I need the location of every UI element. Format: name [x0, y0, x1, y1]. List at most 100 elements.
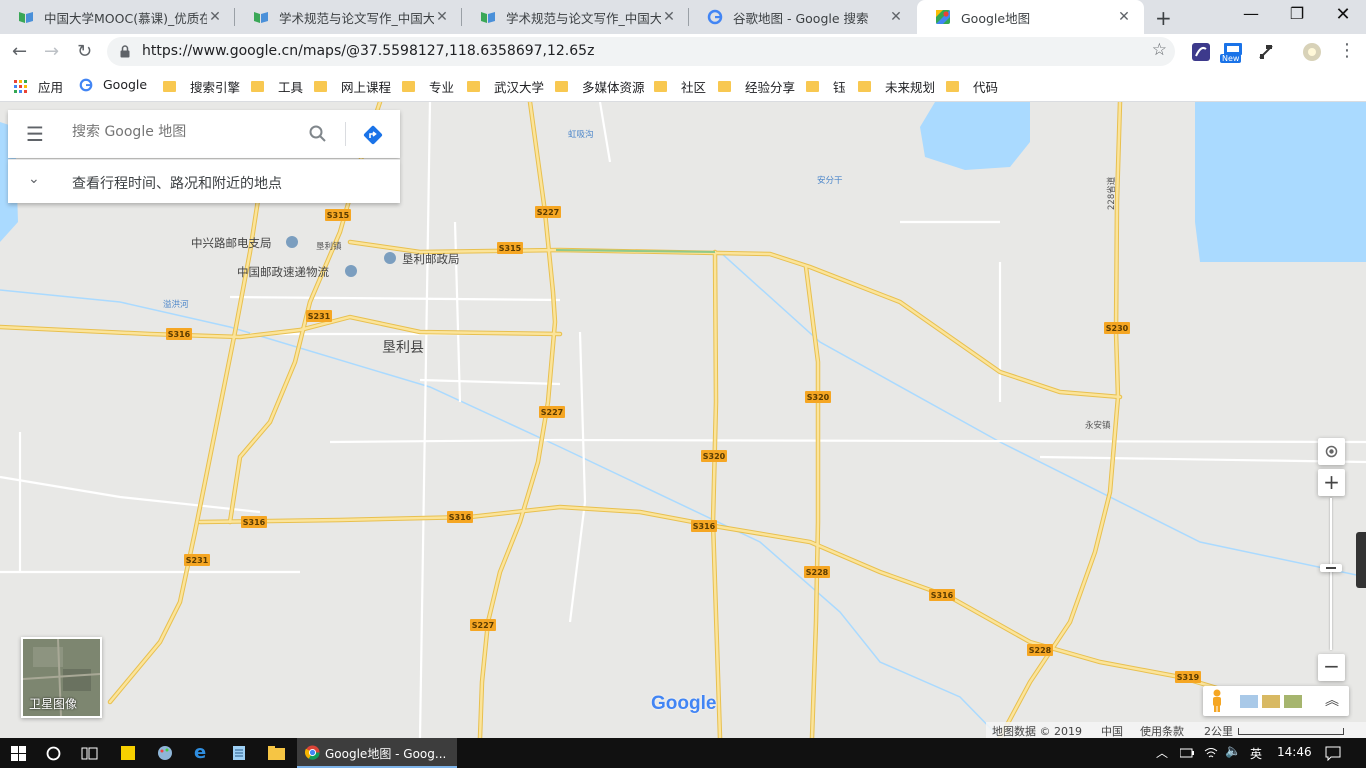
svg-text:S316: S316	[693, 522, 716, 531]
close-icon[interactable]: ✕	[207, 9, 223, 25]
road-shield: S316	[241, 516, 267, 528]
bookmark-folder[interactable]: 搜索引擎	[163, 77, 240, 96]
task-view-icon[interactable]	[81, 746, 98, 761]
bookmark-folder[interactable]: 工具	[251, 77, 303, 96]
bookmark-folder[interactable]: 武汉大学	[467, 77, 544, 96]
extension-satellite-icon[interactable]	[1257, 43, 1275, 61]
search-circle-icon[interactable]	[46, 746, 61, 761]
tab-academic-1[interactable]: 学术规范与论文写作_中国大学 ✕	[235, 0, 462, 34]
svg-text:S320: S320	[703, 452, 726, 461]
forward-button[interactable]: →	[44, 41, 59, 62]
bookmark-folder[interactable]: 代码	[946, 77, 998, 96]
tray-overflow-icon[interactable]: ︿	[1156, 744, 1168, 761]
google-logo: Google	[651, 693, 717, 714]
tab-academic-2[interactable]: 学术规范与论文写作_中国大学 ✕	[462, 0, 689, 34]
search-input[interactable]	[70, 123, 304, 141]
my-location-button[interactable]	[1318, 438, 1345, 465]
notification-center-icon[interactable]	[1325, 745, 1341, 761]
bookmark-google[interactable]: Google	[79, 77, 147, 92]
tab-google-maps[interactable]: Google地图 ✕	[917, 0, 1144, 34]
battery-icon[interactable]	[1180, 747, 1194, 759]
google-g-icon	[79, 78, 93, 91]
new-tab-button[interactable]: +	[1155, 6, 1172, 30]
zoom-slider-handle[interactable]	[1320, 564, 1342, 572]
bookmark-folder[interactable]: 专业	[402, 77, 454, 96]
map-data-credit[interactable]: 地图数据 © 2019	[992, 723, 1082, 738]
profile-avatar[interactable]	[1302, 42, 1322, 62]
apps-grid-icon	[14, 79, 27, 93]
close-icon[interactable]: ✕	[661, 9, 677, 25]
taskbar-chrome-window[interactable]: Google地图 - Goog...	[297, 738, 457, 768]
new-badge: New	[1220, 54, 1242, 63]
menu-kebab-icon[interactable]: ⋮	[1338, 40, 1356, 61]
tab-mooc[interactable]: 中国大学MOOC(慕课)_优质在 ✕	[0, 0, 235, 34]
poi-marker-icon[interactable]	[384, 252, 396, 264]
chevron-up-icon[interactable]: ︽	[1325, 690, 1339, 710]
layer-thumb-terrain[interactable]	[1240, 695, 1258, 708]
sticky-notes-icon[interactable]	[121, 746, 135, 760]
close-icon[interactable]: ✕	[434, 9, 450, 25]
chevron-down-icon[interactable]: ⌄	[28, 171, 40, 187]
folder-icon	[314, 81, 327, 92]
extension-swirl-icon[interactable]	[1192, 43, 1210, 61]
svg-text:S316: S316	[168, 330, 191, 339]
road-shield: S316	[447, 511, 473, 523]
map-canvas[interactable]: S315 S315 S227 S227 S227 S231 S231 S316 …	[0, 102, 1366, 738]
svg-text:S316: S316	[243, 518, 266, 527]
poi-label: 中国邮政速递物流	[237, 265, 329, 279]
scale-label[interactable]: 2公里	[1204, 723, 1233, 738]
file-explorer-icon[interactable]	[268, 746, 285, 760]
close-icon[interactable]: ✕	[888, 9, 904, 25]
search-icon[interactable]	[309, 125, 327, 143]
bookmark-label: 搜索引擎	[190, 80, 241, 95]
road-shield: S320	[701, 450, 727, 462]
folder-icon	[806, 81, 819, 92]
windows-start-icon[interactable]	[11, 746, 26, 761]
wifi-icon[interactable]	[1204, 746, 1218, 760]
tab-title: 谷歌地图 - Google 搜索	[733, 10, 869, 26]
bookmark-folder[interactable]: 钰	[806, 77, 846, 96]
bookmark-folder[interactable]: 社区	[654, 77, 706, 96]
road-shield: S227	[535, 206, 561, 218]
edge-browser-icon[interactable]: e	[194, 742, 206, 763]
satellite-toggle[interactable]: 卫星图像	[21, 637, 102, 718]
bookmark-folder[interactable]: 网上课程	[314, 77, 391, 96]
clock[interactable]: 14:46	[1277, 745, 1312, 759]
side-panel-tab[interactable]	[1356, 532, 1366, 588]
bookmark-label: 钰	[833, 80, 846, 95]
bookmark-folder[interactable]: 经验分享	[718, 77, 795, 96]
volume-icon[interactable]: 🔈	[1225, 744, 1241, 759]
bookmark-folder[interactable]: 多媒体资源	[555, 77, 645, 96]
layer-thumb-photo[interactable]	[1262, 695, 1280, 708]
address-bar[interactable]: https://www.google.cn/maps/@37.5598127,1…	[107, 37, 1175, 66]
layer-thumb-satellite[interactable]	[1284, 695, 1302, 708]
close-icon[interactable]: ✕	[1116, 9, 1132, 25]
ime-indicator[interactable]: 英	[1250, 745, 1262, 762]
zoom-in-button[interactable]: +	[1318, 469, 1345, 496]
folder-icon	[858, 81, 871, 92]
bookmark-folder[interactable]: 未来规划	[858, 77, 935, 96]
poi-marker-icon[interactable]	[345, 265, 357, 277]
bookmark-star-icon[interactable]: ☆	[1152, 40, 1167, 60]
paint-icon[interactable]	[157, 745, 173, 761]
poi-marker-icon[interactable]	[286, 236, 298, 248]
reload-button[interactable]: ↻	[77, 41, 92, 62]
bookmark-apps[interactable]: 应用	[14, 77, 63, 96]
tab-google-search[interactable]: 谷歌地图 - Google 搜索 ✕	[689, 0, 916, 34]
minimize-button[interactable]: —	[1228, 4, 1274, 23]
restore-button[interactable]: ❐	[1274, 4, 1320, 23]
town-label: 垦利县	[382, 340, 424, 356]
extension-new-icon[interactable]: New	[1220, 42, 1246, 66]
menu-hamburger-icon[interactable]: ☰	[26, 122, 44, 146]
notepad-icon[interactable]	[232, 745, 246, 761]
close-window-button[interactable]: ✕	[1320, 4, 1366, 25]
directions-icon[interactable]	[362, 124, 384, 146]
travel-info-panel[interactable]: ⌄ 查看行程时间、路况和附近的地点	[8, 159, 400, 203]
bookmark-label: 多媒体资源	[582, 80, 645, 95]
zoom-slider-track[interactable]	[1330, 498, 1332, 650]
pegman-icon[interactable]	[1210, 689, 1224, 713]
terms-link[interactable]: 使用条款	[1140, 723, 1184, 738]
zoom-out-button[interactable]: −	[1318, 654, 1345, 681]
back-button[interactable]: ←	[12, 41, 27, 62]
region-link[interactable]: 中国	[1101, 723, 1123, 738]
